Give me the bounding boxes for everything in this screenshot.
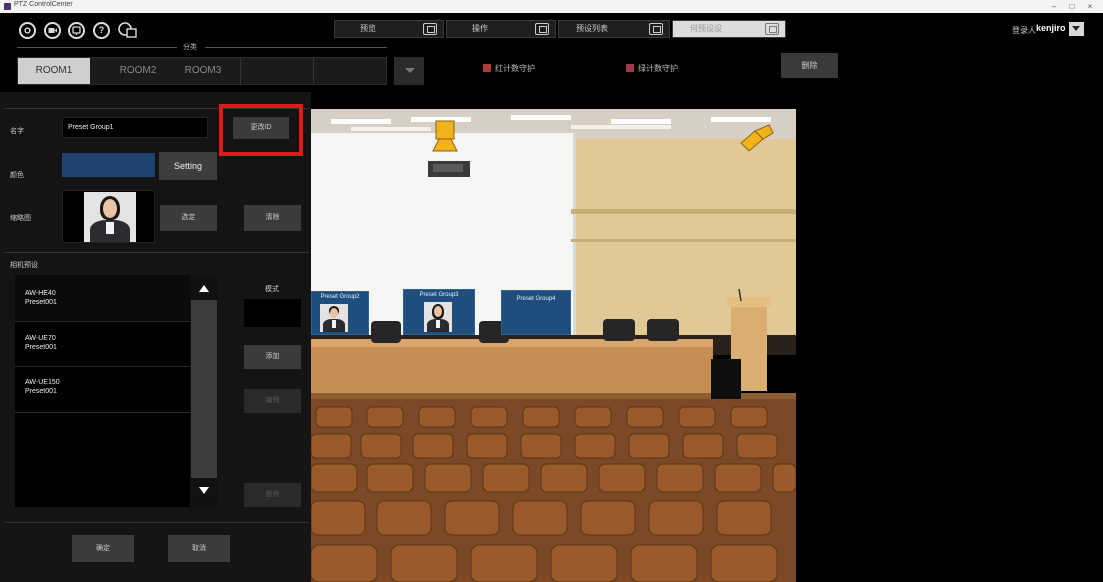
color-label: 颜色 (10, 172, 24, 179)
popout-icon[interactable] (423, 23, 437, 35)
popout-icon[interactable] (649, 23, 663, 35)
green-count-label: 绿计数守护 (638, 64, 678, 73)
tab-preset-group[interactable]: 何预设设 (672, 20, 786, 38)
panel-divider (5, 522, 309, 523)
help-icon[interactable]: ? (93, 22, 110, 39)
add-preset-button[interactable]: 添加 (244, 345, 301, 369)
preset-group-card[interactable]: Preset Group3 (403, 289, 475, 335)
tab-room1[interactable]: ROOM1 (18, 58, 90, 84)
room-divider (313, 58, 314, 84)
list-item[interactable]: AW-HE40 Preset001 (15, 275, 190, 321)
preset-group-card[interactable]: Preset Group4 (501, 290, 571, 335)
setting-button[interactable]: Setting (159, 152, 217, 180)
user-menu-dropdown[interactable] (1069, 22, 1084, 36)
popout-icon[interactable] (535, 23, 549, 35)
thumbnail-label: 缩略图 (10, 215, 31, 222)
list-item[interactable]: AW-UE70 Preset001 (15, 322, 190, 368)
maximize-button[interactable]: □ (1063, 0, 1081, 13)
category-divider (17, 47, 177, 48)
mode-display (244, 299, 301, 327)
preset-portrait (424, 302, 452, 332)
tab-room2[interactable]: ROOM2 (102, 58, 174, 84)
list-divider (15, 412, 190, 413)
list-item[interactable]: AW-UE150 Preset001 (15, 367, 190, 413)
category-divider (205, 47, 387, 48)
name-input[interactable] (62, 117, 208, 138)
camera-settings-icon[interactable] (68, 22, 85, 39)
tab-operation[interactable]: 操作 (446, 20, 556, 38)
room-layout-image[interactable]: Preset Group2 Preset Group3 Preset Group… (310, 109, 797, 582)
room-dropdown-button[interactable] (394, 57, 424, 85)
camera-preset-list: AW-HE40 Preset001 AW-UE70 Preset001 AW-U… (15, 275, 190, 507)
name-label: 名字 (10, 128, 24, 135)
app-logo-icon (4, 3, 11, 10)
preset-portrait (320, 304, 348, 332)
edit-preset-button: 编辑 (244, 389, 301, 413)
minimize-button[interactable]: – (1045, 0, 1063, 13)
tab-room3[interactable]: ROOM3 (166, 58, 240, 84)
power-icon[interactable] (19, 22, 36, 39)
copy-window-icon[interactable] (118, 22, 138, 39)
highlight-box (219, 104, 303, 156)
red-count-label: 红计数守护 (495, 64, 535, 73)
window-titlebar: PTZ ControlCenter – □ × (0, 0, 1103, 13)
red-count-swatch (483, 64, 491, 72)
green-count-swatch (626, 64, 634, 72)
camera-marker-icon[interactable] (739, 123, 775, 157)
room-tabs: ROOM1 ROOM2 ROOM3 (17, 57, 387, 85)
close-button[interactable]: × (1081, 0, 1099, 13)
clear-thumbnail-button[interactable]: 清除 (244, 205, 301, 231)
tab-preview[interactable]: 预览 (334, 20, 444, 38)
scroll-up-icon[interactable] (199, 285, 209, 292)
window-title: PTZ ControlCenter (14, 1, 73, 8)
popout-icon[interactable] (765, 23, 779, 35)
select-thumbnail-button[interactable]: 选定 (160, 205, 217, 231)
ok-button[interactable]: 确定 (72, 535, 134, 562)
room-divider (240, 58, 241, 84)
tab-preset-list[interactable]: 预设列表 (558, 20, 670, 38)
category-label: 分类 (183, 44, 197, 51)
login-user: kenjiro (1036, 23, 1066, 33)
panel-divider (5, 252, 309, 253)
thumbnail-portrait (84, 192, 136, 242)
camera-preset-label: 相机预设 (10, 262, 38, 269)
camera-marker-icon[interactable] (431, 119, 459, 153)
color-swatch[interactable] (62, 153, 155, 177)
remove-preset-button: 删除 (244, 483, 301, 507)
camera-icon[interactable] (44, 22, 61, 39)
scroll-down-icon[interactable] (199, 487, 209, 494)
scrollbar-thumb[interactable] (191, 300, 217, 478)
mode-label: 模式 (265, 286, 279, 293)
cancel-button[interactable]: 取消 (168, 535, 230, 562)
preset-group-card[interactable]: Preset Group2 (311, 291, 369, 335)
login-label: 登录人 (1012, 26, 1036, 35)
delete-button[interactable]: 删除 (781, 53, 838, 78)
